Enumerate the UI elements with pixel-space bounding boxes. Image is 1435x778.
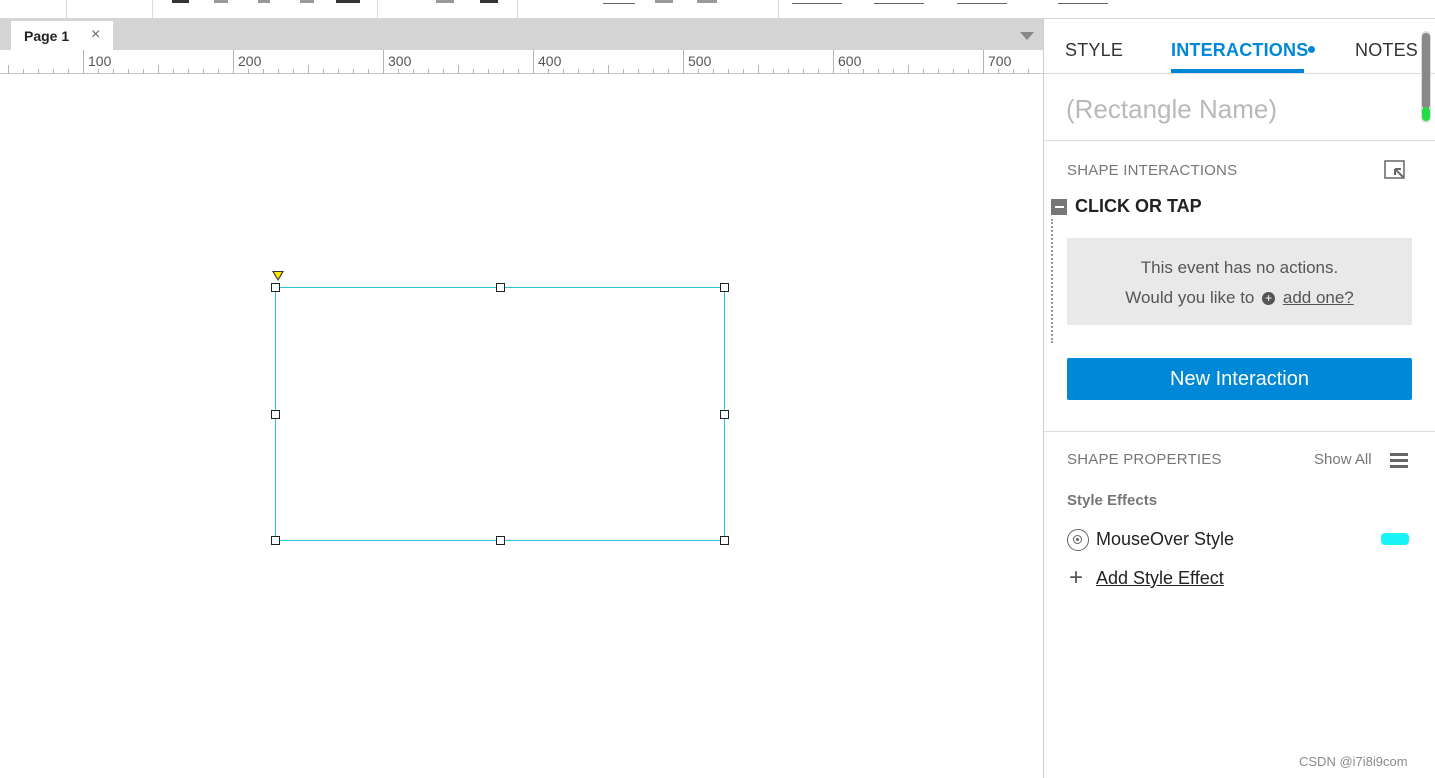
menu-icon[interactable] xyxy=(1390,453,1408,468)
shape-properties-title: SHAPE PROPERTIES xyxy=(1067,451,1222,468)
add-one-link[interactable]: add one? xyxy=(1283,288,1354,307)
event-label[interactable]: CLICK OR TAP xyxy=(1075,196,1202,217)
new-interaction-button[interactable]: New Interaction xyxy=(1067,358,1412,400)
close-icon[interactable]: × xyxy=(91,26,100,44)
toolbar-tool-icon[interactable] xyxy=(480,0,498,3)
mouseover-style-row[interactable]: MouseOver Style xyxy=(1067,527,1412,553)
page-tab-bar: Page 1 × xyxy=(0,19,1043,50)
toolbar-field[interactable] xyxy=(1058,3,1108,4)
horizontal-ruler: 100 200 300 400 500 600 700 xyxy=(0,50,1043,74)
selected-rectangle[interactable] xyxy=(275,287,725,541)
add-action-prompt: Would you like to + add one? xyxy=(1067,288,1412,308)
shape-interactions-title: SHAPE INTERACTIONS xyxy=(1067,162,1238,179)
no-actions-box: This event has no actions. Would you lik… xyxy=(1067,238,1412,325)
ruler-ticks xyxy=(8,50,1029,74)
section-divider xyxy=(1044,431,1435,432)
add-action-prompt-text: Would you like to xyxy=(1125,288,1255,307)
tab-notes[interactable]: NOTES xyxy=(1355,40,1418,61)
design-canvas[interactable] xyxy=(0,74,1043,778)
toolbar-tool-icon[interactable] xyxy=(172,0,189,3)
pick-widget-icon[interactable] xyxy=(1384,160,1406,180)
toolbar-separator xyxy=(66,0,67,18)
page-tab-label: Page 1 xyxy=(24,27,70,44)
anchor-marker-fill xyxy=(274,272,282,279)
toolbar-field[interactable] xyxy=(957,3,1007,4)
page-tab[interactable]: Page 1 × xyxy=(11,21,113,50)
resize-handle-top-right[interactable] xyxy=(720,283,729,292)
resize-handle-right[interactable] xyxy=(720,410,729,419)
resize-handle-top[interactable] xyxy=(496,283,505,292)
toolbar-separator xyxy=(152,0,153,18)
toolbar-tool-icon[interactable] xyxy=(655,0,673,3)
canvas-area: Page 1 × 100 200 300 400 500 600 700 xyxy=(0,19,1043,778)
toolbar-separator xyxy=(778,0,779,18)
toolbar-tool-icon[interactable] xyxy=(214,0,228,3)
shape-name-input[interactable] xyxy=(1066,89,1396,129)
show-all-link[interactable]: Show All xyxy=(1314,451,1372,468)
collapse-icon[interactable] xyxy=(1051,199,1067,215)
tab-style[interactable]: STYLE xyxy=(1065,40,1123,61)
resize-handle-left[interactable] xyxy=(271,410,280,419)
event-tree-line xyxy=(1051,219,1053,343)
resize-handle-bottom[interactable] xyxy=(496,536,505,545)
target-icon xyxy=(1067,529,1089,551)
toolbar-separator xyxy=(517,0,518,18)
resize-handle-top-left[interactable] xyxy=(271,283,280,292)
toolbar-tool-icon[interactable] xyxy=(436,0,454,3)
toolbar-tool-icon[interactable] xyxy=(697,0,717,3)
toolbar-field[interactable] xyxy=(603,3,635,4)
ruler-label: 700 xyxy=(988,53,1012,69)
mouseover-color-swatch[interactable] xyxy=(1381,533,1409,545)
ruler-label: 300 xyxy=(388,53,412,69)
watermark: CSDN @i7i8i9com xyxy=(1299,754,1408,769)
resize-handle-bottom-right[interactable] xyxy=(720,536,729,545)
toolbar-field[interactable] xyxy=(874,3,924,4)
modified-dot-icon xyxy=(1308,46,1315,53)
ruler-label: 500 xyxy=(688,53,712,69)
inspector-panel: STYLE INTERACTIONS NOTES SHAPE INTERACTI… xyxy=(1043,19,1435,778)
style-effects-title: Style Effects xyxy=(1067,492,1158,509)
toolbar-tool-icon[interactable] xyxy=(300,0,314,3)
toolbar-tool-icon[interactable] xyxy=(336,0,360,3)
active-tab-indicator xyxy=(1171,69,1304,73)
ruler-label: 600 xyxy=(838,53,862,69)
toolbar xyxy=(0,0,1435,19)
shape-name-field xyxy=(1044,75,1435,141)
plus-circle-icon[interactable]: + xyxy=(1262,292,1276,305)
mouseover-style-label: MouseOver Style xyxy=(1096,529,1235,549)
ruler-label: 100 xyxy=(88,53,112,69)
toolbar-tool-icon[interactable] xyxy=(258,0,270,3)
plus-icon: + xyxy=(1069,564,1084,591)
toolbar-separator xyxy=(377,0,378,18)
resize-handle-bottom-left[interactable] xyxy=(271,536,280,545)
inspector-tabs: STYLE INTERACTIONS NOTES xyxy=(1044,19,1435,74)
tab-interactions[interactable]: INTERACTIONS xyxy=(1171,40,1308,61)
add-style-effect-link[interactable]: Add Style Effect xyxy=(1096,568,1224,589)
toolbar-field[interactable] xyxy=(792,3,842,4)
ruler-label: 200 xyxy=(238,53,262,69)
chevron-down-icon[interactable] xyxy=(1020,32,1034,40)
no-actions-text: This event has no actions. xyxy=(1140,258,1339,277)
ruler-label: 400 xyxy=(538,53,562,69)
